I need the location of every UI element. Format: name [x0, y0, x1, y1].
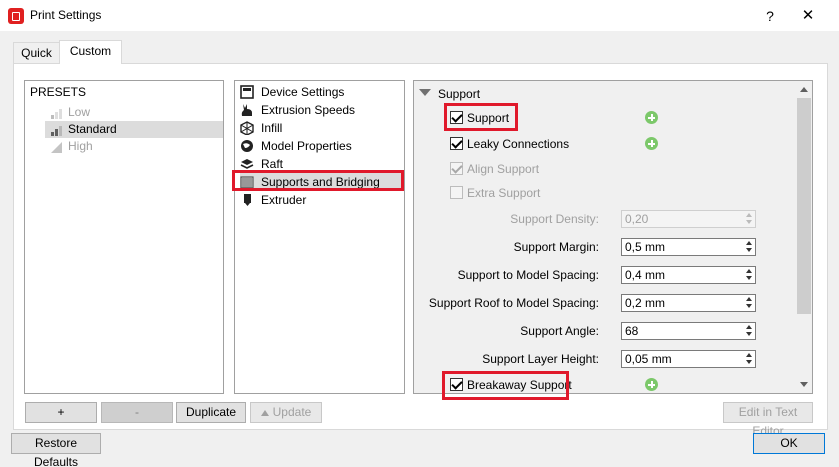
scrollbar-thumb[interactable] [797, 98, 811, 314]
update-preset-button[interactable]: Update [250, 402, 322, 423]
preset-item-high[interactable]: High [45, 138, 223, 155]
field-value: 0,4 mm [625, 268, 666, 282]
signal-medium-icon [51, 126, 62, 136]
field-value: 68 [625, 324, 639, 338]
align-support-checkbox[interactable] [450, 162, 463, 175]
checkbox-label: Leaky Connections [467, 137, 570, 151]
settings-scrollbar[interactable] [796, 81, 812, 393]
support-density-label: Support Density: [510, 212, 599, 226]
leaky-connections-checkbox[interactable] [450, 137, 463, 150]
tab-custom[interactable]: Custom [59, 40, 122, 64]
supports-icon [240, 176, 254, 189]
field-value: 0,2 mm [625, 296, 666, 310]
scroll-up-arrow-icon[interactable] [800, 87, 808, 92]
preset-label: Standard [68, 122, 117, 136]
spin-arrows-icon[interactable] [744, 352, 754, 366]
remove-preset-button[interactable]: - [101, 402, 173, 423]
spin-arrows-icon[interactable] [744, 296, 754, 310]
support-angle-label: Support Angle: [520, 324, 599, 338]
settings-category-list[interactable]: Device Settings Extrusion Speeds Infill … [234, 80, 405, 394]
support-layer-height-spinbox[interactable]: 0,05 mm [621, 350, 756, 368]
support-density-spinbox[interactable]: 0,20 [621, 210, 756, 228]
category-device-settings[interactable]: Device Settings [240, 83, 404, 101]
support-layer-height-label: Support Layer Height: [482, 352, 599, 366]
tab-quick[interactable]: Quick [13, 42, 60, 63]
spin-arrows-icon[interactable] [744, 240, 754, 254]
section-header-support: Support [438, 87, 481, 101]
support-to-model-spacing-label: Support to Model Spacing: [457, 268, 599, 282]
category-label: Model Properties [261, 139, 352, 153]
extra-support-checkbox[interactable] [450, 186, 463, 199]
category-label: Raft [261, 157, 284, 171]
preset-item-low[interactable]: Low [45, 104, 223, 121]
support-roof-to-model-spacing-spinbox[interactable]: 0,2 mm [621, 294, 756, 312]
preset-label: High [68, 139, 93, 153]
category-model-properties[interactable]: Model Properties [240, 137, 404, 155]
scroll-down-arrow-icon[interactable] [800, 382, 808, 387]
collapse-arrow-icon[interactable] [419, 89, 431, 96]
add-preset-button[interactable]: + [25, 402, 97, 423]
restore-defaults-button[interactable]: Restore Defaults [11, 433, 101, 467]
presets-title: PRESETS [30, 85, 87, 99]
spin-arrows-icon[interactable] [744, 324, 754, 338]
close-button[interactable]: ✕ [798, 6, 818, 26]
checkbox-label: Align Support [467, 162, 540, 176]
add-plus-icon[interactable] [645, 137, 658, 150]
spin-arrows-icon[interactable] [744, 212, 754, 226]
support-margin-spinbox[interactable]: 0,5 mm [621, 238, 756, 256]
category-raft[interactable]: Raft [240, 155, 404, 173]
presets-list[interactable]: PRESETS Low Standard High [24, 80, 224, 394]
app-icon [8, 8, 24, 24]
category-label: Device Settings [261, 85, 345, 99]
field-value: 0,5 mm [625, 240, 666, 254]
signal-high-icon [51, 142, 62, 153]
help-button[interactable]: ? [760, 6, 780, 26]
support-margin-label: Support Margin: [513, 240, 599, 254]
support-checkbox[interactable] [450, 111, 463, 124]
category-label: Extruder [261, 193, 307, 207]
category-extrusion-speeds[interactable]: Extrusion Speeds [240, 101, 404, 119]
printer-icon [240, 85, 254, 99]
breakaway-support-checkbox[interactable] [450, 378, 463, 391]
update-label: Update [272, 405, 312, 419]
category-infill[interactable]: Infill [240, 119, 404, 137]
support-roof-to-model-spacing-label: Support Roof to Model Spacing: [428, 296, 599, 310]
infill-cube-icon [240, 121, 254, 135]
extruder-icon [244, 194, 251, 206]
edit-in-text-editor-button[interactable]: Edit in Text Editor [723, 402, 813, 438]
title-bar: Print Settings ? ✕ [0, 0, 839, 31]
support-angle-spinbox[interactable]: 68 [621, 322, 756, 340]
layers-icon [240, 159, 254, 169]
checkbox-label: Support [467, 111, 510, 125]
add-plus-icon[interactable] [645, 111, 658, 124]
checkbox-label: Breakaway Support [467, 378, 572, 392]
arrow-up-icon [260, 410, 269, 416]
ok-button[interactable]: OK [753, 433, 825, 454]
signal-low-icon [51, 109, 62, 119]
checkbox-label: Extra Support [467, 186, 541, 200]
spin-arrows-icon[interactable] [744, 268, 754, 282]
support-to-model-spacing-spinbox[interactable]: 0,4 mm [621, 266, 756, 284]
globe-icon [241, 140, 253, 152]
category-extruder[interactable]: Extruder [240, 191, 404, 209]
field-value: 0,20 [625, 212, 649, 226]
category-label: Infill [261, 121, 283, 135]
window-title: Print Settings [30, 8, 102, 22]
rabbit-icon [241, 104, 252, 116]
preset-label: Low [68, 105, 91, 119]
category-supports-and-bridging[interactable]: Supports and Bridging [240, 173, 404, 191]
settings-scroll-area: Support Support Leaky Connections Align … [414, 81, 796, 393]
field-value: 0,05 mm [625, 352, 672, 366]
add-plus-icon[interactable] [645, 378, 658, 391]
category-label: Extrusion Speeds [261, 103, 356, 117]
settings-panel[interactable]: Support Support Leaky Connections Align … [413, 80, 813, 394]
preset-item-standard[interactable]: Standard [45, 121, 223, 138]
duplicate-preset-button[interactable]: Duplicate [176, 402, 246, 423]
category-label: Supports and Bridging [261, 175, 380, 189]
